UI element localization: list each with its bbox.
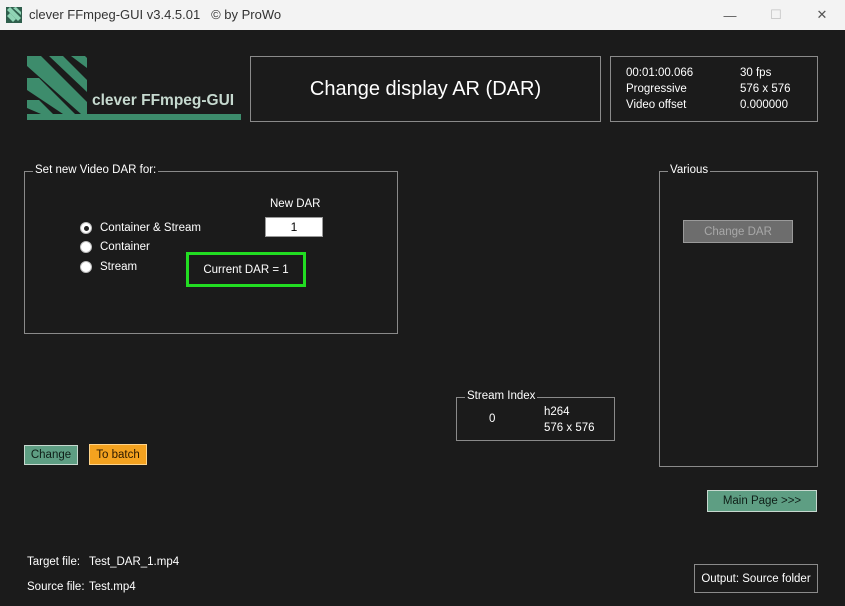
radio-container-and-stream[interactable]: Container & Stream bbox=[80, 222, 201, 234]
minimize-button[interactable]: — bbox=[707, 0, 753, 30]
source-file-label: Source file: bbox=[27, 581, 85, 593]
stream-index-legend: Stream Index bbox=[465, 390, 538, 402]
target-file-label: Target file: bbox=[27, 556, 81, 568]
stream-resolution-value: 576 x 576 bbox=[544, 422, 595, 434]
radio-container[interactable]: Container bbox=[80, 241, 150, 253]
page-title: Change display AR (DAR) bbox=[250, 56, 601, 122]
minimize-icon: — bbox=[723, 7, 737, 23]
radio-label: Stream bbox=[100, 261, 138, 273]
radio-stream[interactable]: Stream bbox=[80, 261, 137, 273]
set-dar-legend: Set new Video DAR for: bbox=[33, 164, 159, 176]
resolution-value: 576 x 576 bbox=[740, 83, 791, 95]
set-dar-group: Set new Video DAR for: Container & Strea… bbox=[24, 164, 398, 334]
video-offset-value: 0.000000 bbox=[740, 99, 788, 111]
fps-value: 30 fps bbox=[740, 67, 772, 79]
app-logo-icon bbox=[27, 56, 241, 120]
radio-selected-icon[interactable] bbox=[80, 222, 92, 234]
new-dar-label: New DAR bbox=[270, 198, 321, 210]
window-title: clever FFmpeg-GUI v3.4.5.01 © by ProWo bbox=[29, 7, 282, 22]
radio-label: Container & Stream bbox=[100, 222, 201, 234]
close-button[interactable]: ✕ bbox=[799, 0, 845, 30]
close-icon: ✕ bbox=[816, 7, 828, 22]
stream-index-group: Stream Index 0 h264 576 x 576 bbox=[456, 390, 615, 441]
scan-type-value: Progressive bbox=[626, 83, 687, 95]
stream-codec-value: h264 bbox=[544, 406, 570, 418]
new-dar-input[interactable] bbox=[265, 217, 323, 237]
current-dar-display: Current DAR = 1 bbox=[186, 252, 306, 287]
video-info-panel: 00:01:00.066 30 fps Progressive 576 x 57… bbox=[610, 56, 818, 122]
window-titlebar: clever FFmpeg-GUI v3.4.5.01 © by ProWo —… bbox=[0, 0, 845, 30]
various-legend: Various bbox=[668, 164, 711, 176]
change-button[interactable]: Change bbox=[24, 445, 78, 465]
radio-icon[interactable] bbox=[80, 261, 92, 273]
to-batch-button[interactable]: To batch bbox=[89, 444, 147, 465]
output-folder-button[interactable]: Output: Source folder bbox=[694, 564, 818, 593]
change-dar-button[interactable]: Change DAR bbox=[683, 220, 793, 243]
radio-icon[interactable] bbox=[80, 241, 92, 253]
radio-label: Container bbox=[100, 241, 150, 253]
duration-value: 00:01:00.066 bbox=[626, 67, 694, 79]
source-file-value: Test.mp4 bbox=[89, 581, 136, 593]
logo-text: clever FFmpeg-GUI bbox=[92, 92, 235, 109]
stream-index-value: 0 bbox=[489, 413, 496, 425]
various-group: Various Change DAR bbox=[659, 164, 818, 467]
maximize-button[interactable]: ☐ bbox=[753, 0, 799, 30]
video-offset-label: Video offset bbox=[626, 99, 687, 111]
main-page-button[interactable]: Main Page >>> bbox=[707, 490, 817, 512]
app-icon bbox=[6, 7, 22, 23]
maximize-icon: ☐ bbox=[770, 7, 782, 22]
target-file-value: Test_DAR_1.mp4 bbox=[89, 556, 180, 568]
